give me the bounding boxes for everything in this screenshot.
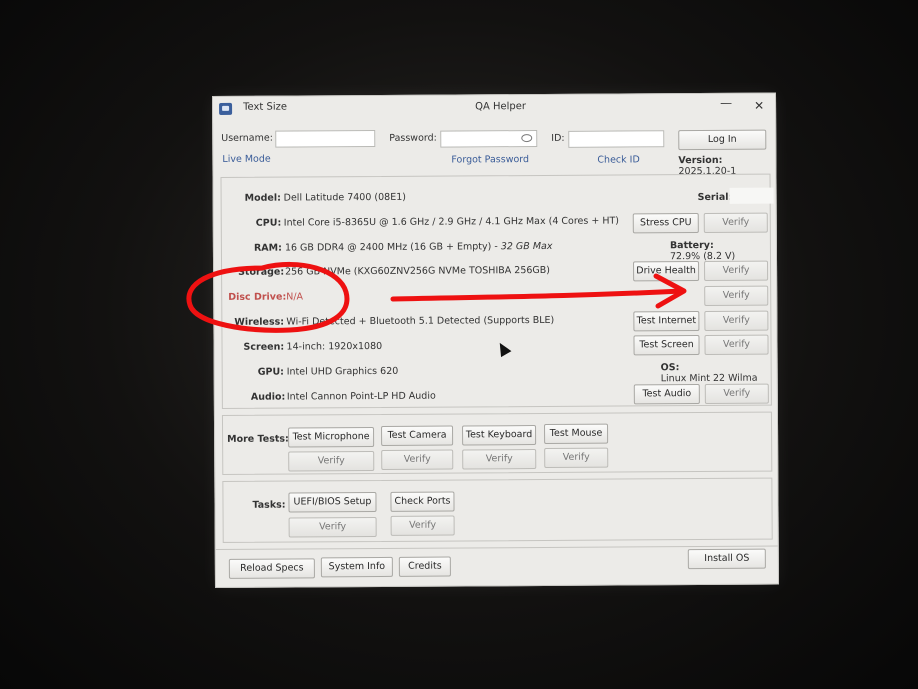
verify-cpu-button[interactable]: Verify (703, 212, 768, 233)
disc-drive-value: N/A (286, 291, 304, 303)
stress-cpu-button[interactable]: Stress CPU (632, 213, 699, 234)
audio-label: Audio: (250, 391, 286, 403)
test-audio-button[interactable]: Test Audio (633, 384, 700, 405)
serial-label: Serial: (697, 191, 733, 204)
verify-storage-button[interactable]: Verify (704, 260, 769, 281)
username-field[interactable] (275, 130, 376, 148)
id-label: ID: (551, 132, 565, 144)
wireless-label: Wireless: (234, 316, 285, 328)
verify-uefi-button[interactable]: Verify (288, 517, 377, 538)
tasks-label: Tasks: (252, 499, 286, 511)
live-mode-link[interactable]: Live Mode (222, 154, 270, 165)
verify-disc-button[interactable]: Verify (704, 285, 769, 306)
id-field[interactable] (568, 130, 665, 148)
model-value: Dell Latitude 7400 (08E1) (283, 191, 406, 204)
verify-audio-button[interactable]: Verify (704, 383, 769, 404)
ram-max: 32 GB Max (500, 240, 553, 253)
uefi-bios-setup-button[interactable]: UEFI/BIOS Setup (288, 492, 377, 513)
ram-value: 16 GB DDR4 @ 2400 MHz (16 GB + Empty) - … (285, 241, 553, 254)
check-ports-button[interactable]: Check Ports (390, 491, 455, 512)
install-os-button[interactable]: Install OS (687, 548, 766, 570)
forgot-password-link[interactable]: Forgot Password (451, 154, 529, 165)
test-microphone-button[interactable]: Test Microphone (288, 427, 375, 448)
verify-keyboard-button[interactable]: Verify (462, 449, 537, 470)
verify-microphone-button[interactable]: Verify (288, 451, 375, 472)
test-screen-button[interactable]: Test Screen (633, 335, 700, 356)
version-label: Version: (678, 154, 723, 167)
close-icon[interactable]: ✕ (754, 99, 764, 113)
wireless-value: Wi-Fi Detected + Bluetooth 5.1 Detected … (286, 314, 555, 328)
ram-label: RAM: (253, 242, 282, 254)
storage-label: Storage: (238, 266, 285, 278)
verify-wireless-button[interactable]: Verify (704, 310, 769, 331)
serial-value (729, 187, 774, 204)
battery-info: Battery: 72.9% (8.2 V) (669, 239, 776, 262)
password-label: Password: (389, 132, 437, 144)
audio-value: Intel Cannon Point-LP HD Audio (286, 390, 436, 403)
os-label: OS: (660, 362, 680, 374)
test-internet-button[interactable]: Test Internet (633, 311, 700, 332)
minimize-icon[interactable]: — (720, 96, 732, 110)
os-value: Linux Mint 22 Wilma (660, 372, 758, 385)
screen-label: Screen: (243, 341, 285, 353)
storage-value: 256 GB NVMe (KXG60ZNV256G NVMe TOSHIBA 2… (285, 264, 551, 278)
check-id-link[interactable]: Check ID (597, 154, 639, 165)
password-field[interactable] (440, 130, 538, 148)
gpu-label: GPU: (257, 366, 285, 378)
reload-specs-button[interactable]: Reload Specs (228, 558, 315, 579)
gpu-value: Intel UHD Graphics 620 (286, 365, 399, 378)
qa-helper-window: Text Size QA Helper — ✕ Username: Passwo… (212, 92, 779, 588)
window-title: QA Helper (475, 101, 527, 113)
app-icon (219, 102, 233, 115)
credits-button[interactable]: Credits (398, 556, 451, 577)
ram-text: 16 GB DDR4 @ 2400 MHz (16 GB + Empty) - (284, 241, 501, 254)
verify-ports-button[interactable]: Verify (390, 515, 455, 536)
cpu-value: Intel Core i5-8365U @ 1.6 GHz / 2.9 GHz … (283, 215, 620, 229)
show-password-eye-icon[interactable] (521, 134, 533, 143)
test-camera-button[interactable]: Test Camera (381, 425, 454, 446)
system-info-button[interactable]: System Info (320, 556, 393, 578)
test-keyboard-button[interactable]: Test Keyboard (462, 425, 537, 446)
verify-screen-button[interactable]: Verify (704, 334, 769, 355)
text-size-menu[interactable]: Text Size (243, 102, 287, 113)
model-label: Model: (244, 192, 281, 204)
verify-camera-button[interactable]: Verify (381, 449, 454, 470)
log-in-button[interactable]: Log In (678, 129, 767, 151)
battery-label: Battery: (669, 239, 714, 252)
cpu-label: CPU: (255, 217, 282, 229)
screen-value: 14-inch: 1920x1080 (286, 340, 383, 353)
username-label: Username: (221, 132, 273, 144)
drive-health-button[interactable]: Drive Health (633, 261, 700, 282)
test-mouse-button[interactable]: Test Mouse (544, 423, 609, 444)
os-info: OS: Linux Mint 22 Wilma (660, 362, 777, 385)
more-tests-label: More Tests: (227, 433, 289, 445)
verify-mouse-button[interactable]: Verify (544, 447, 609, 468)
disc-drive-label: Disc Drive: (228, 291, 287, 303)
title-bar: Text Size QA Helper — ✕ (213, 93, 776, 123)
